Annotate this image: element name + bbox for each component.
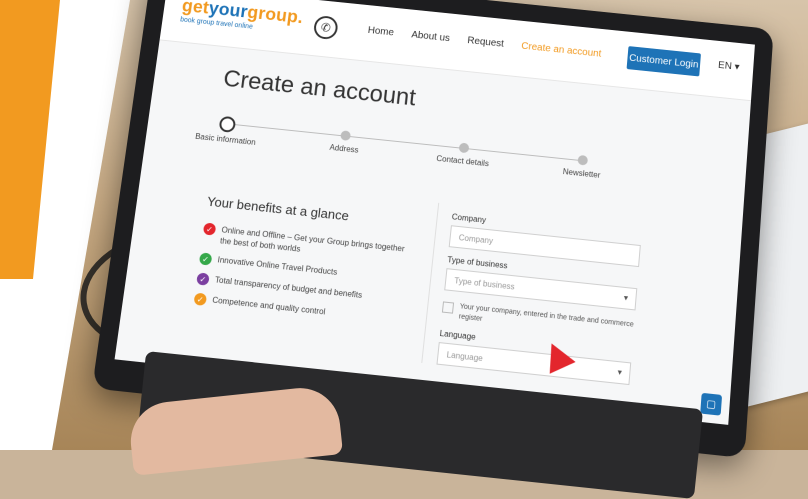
benefit-text: Innovative Online Travel Products — [217, 255, 338, 277]
step-dot — [577, 154, 589, 166]
page-title: Create an account — [221, 65, 418, 112]
step-contact-details[interactable]: Contact details — [423, 137, 505, 170]
nav-about[interactable]: About us — [411, 30, 451, 44]
account-form: Company Company Type of business Type of… — [421, 202, 643, 386]
signup-stepper: Basic information Address Contact detail… — [195, 115, 601, 194]
language-placeholder: Language — [446, 349, 484, 363]
check-icon: ✓ — [196, 272, 210, 286]
stepper-line — [227, 123, 583, 162]
step-label: Newsletter — [562, 167, 601, 180]
chevron-down-icon: ▼ — [615, 368, 624, 377]
step-label: Address — [329, 142, 360, 155]
chevron-down-icon: ▼ — [622, 294, 630, 303]
benefit-text: Competence and quality control — [211, 295, 326, 317]
phone-icon[interactable]: ✆ — [312, 15, 339, 41]
main-nav: Home About us Request Create an account — [367, 25, 602, 59]
nav-request[interactable]: Request — [467, 35, 504, 49]
check-icon: ✓ — [202, 222, 217, 236]
logo-text-your: your — [207, 0, 249, 22]
step-current-dot — [218, 115, 237, 133]
nav-home[interactable]: Home — [367, 25, 394, 38]
step-basic-information[interactable]: Basic information — [185, 113, 267, 148]
logo-text-get: get — [180, 0, 211, 18]
check-icon: ✓ — [198, 252, 213, 266]
nav-create-account[interactable]: Create an account — [521, 41, 602, 60]
step-label: Contact details — [435, 153, 490, 169]
check-icon: ✓ — [193, 292, 208, 306]
step-dot — [340, 130, 352, 141]
step-label: Basic information — [194, 131, 257, 147]
language-selector[interactable]: EN ▾ — [718, 60, 740, 73]
company-placeholder: Company — [458, 232, 494, 246]
step-address[interactable]: Address — [304, 125, 386, 158]
benefits-panel: Your benefits at a glance ✓ Online and O… — [192, 194, 416, 335]
chat-icon[interactable]: ▢ — [700, 392, 723, 416]
site-logo[interactable]: getyourgroup. book group travel online — [180, 0, 305, 36]
type-of-business-placeholder: Type of business — [453, 275, 516, 292]
trade-register-checkbox[interactable] — [441, 301, 455, 314]
step-dot — [458, 142, 470, 154]
customer-login-button[interactable]: Customer Login — [626, 46, 701, 77]
step-newsletter[interactable]: Newsletter — [541, 149, 623, 182]
